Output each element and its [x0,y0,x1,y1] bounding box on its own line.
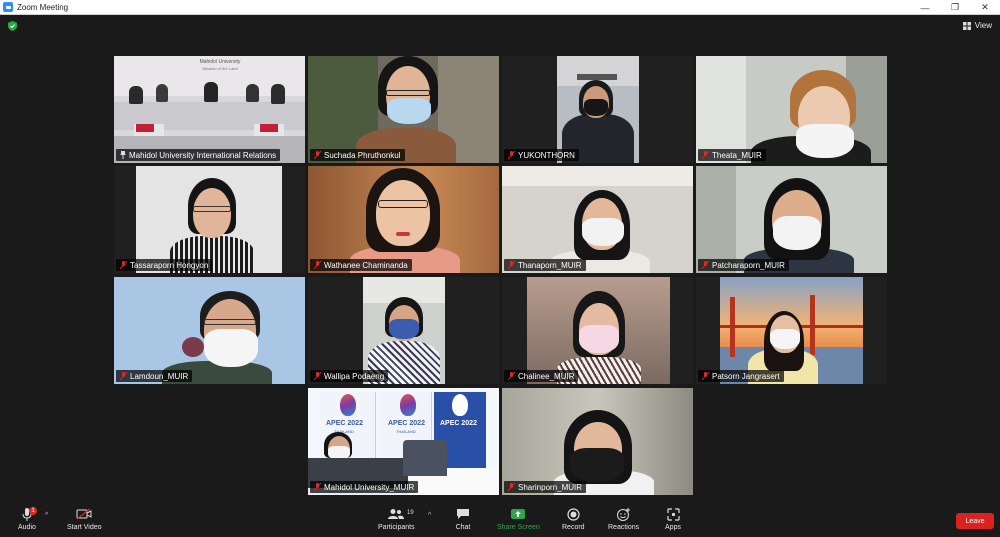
video-tile[interactable]: YUKONTHORN [502,56,693,163]
mic-muted-icon [702,261,709,269]
mic-muted-icon [508,483,515,491]
video-tile[interactable]: Patcharaporn_MUIR [696,166,887,273]
chat-button[interactable]: Chat [455,507,471,531]
participant-name-tag: YUKONTHORN [504,149,579,161]
record-icon [567,507,580,521]
video-tile[interactable]: Mahidol University Wisdom of the Land Ma… [114,56,305,163]
participant-name-tag: Mahidol University_MUIR [310,481,419,493]
mic-muted-icon [314,151,321,159]
mic-muted-icon [314,372,321,380]
close-button[interactable]: ✕ [970,0,1000,15]
record-button[interactable]: Record [562,507,585,531]
audio-notification-badge: 1 [29,507,37,515]
video-camera-off-icon [76,508,92,520]
video-tile[interactable]: APEC 2022 APEC 2022 APEC 2022 THAILAND T… [308,388,499,495]
maximize-button[interactable]: ❐ [940,0,970,15]
reactions-button[interactable]: Reactions [608,507,639,531]
mic-muted-icon [508,372,515,380]
apec-logo-text: APEC 2022 [388,420,425,427]
window-titlebar: Zoom Meeting — ❐ ✕ [0,0,1000,15]
video-tile[interactable]: Theata_MUIR [696,56,887,163]
participant-name-tag: Mahidol University International Relatio… [116,149,281,161]
share-screen-icon [511,509,526,519]
participants-count: 19 [407,510,414,516]
participant-name-tag: Wallipa Podaeng [310,370,389,382]
participant-name-tag: Chalinee_MUIR [504,370,579,382]
share-screen-button[interactable]: Share Screen [497,507,540,531]
apec-logo-text: APEC 2022 [440,420,477,427]
participant-name-tag: Theata_MUIR [698,149,766,161]
zoom-logo-icon [3,2,13,12]
leave-meeting-button[interactable]: Leave [956,513,994,529]
smiley-plus-icon [616,507,630,521]
participant-name-tag: Patsorn Jangrasert [698,370,784,382]
mic-muted-icon [702,372,709,380]
participants-options-caret[interactable]: ^ [428,512,431,519]
minimize-button[interactable]: — [910,0,940,15]
video-tile[interactable]: Wathanee Chaminanda [308,166,499,273]
video-tile[interactable]: Patsorn Jangrasert [696,277,887,384]
start-video-button[interactable]: Start Video [67,507,102,531]
participant-name-tag: Patcharaporn_MUIR [698,259,789,271]
participant-name-tag: Tassaraporn Hongyon [116,259,213,271]
video-tile[interactable]: Tassaraporn Hongyon [114,166,305,273]
participant-name-tag: Suchada Phruthonkul [310,149,405,161]
mic-muted-icon [120,261,127,269]
participants-icon [388,509,405,519]
video-stage: View Mahidol University Wisdom of the La… [0,15,1000,500]
window-title: Zoom Meeting [17,2,69,12]
mic-muted-icon [120,372,127,380]
encryption-shield-icon[interactable] [8,21,17,31]
chat-icon [457,509,469,519]
video-tile-active-speaker[interactable]: Suchada Phruthonkul [308,56,499,163]
video-tile[interactable]: Sharinporn_MUIR [502,388,693,495]
grid-view-icon [962,21,971,30]
mic-muted-icon [314,483,321,491]
participant-name-tag: Wathanee Chaminanda [310,259,412,271]
apps-button[interactable]: Apps [665,507,681,531]
pin-icon [120,151,126,159]
view-button[interactable]: View [962,21,992,30]
view-label: View [974,21,992,30]
apps-icon [666,507,680,521]
room-banner-subtitle: Wisdom of the Land [202,66,238,71]
audio-options-caret[interactable]: ^ [45,512,48,519]
participant-name-tag: Thanaporn_MUIR [504,259,586,271]
apec-logo-text: APEC 2022 [326,420,363,427]
video-tile[interactable]: Thanaporn_MUIR [502,166,693,273]
video-tile[interactable]: Lamdoun_MUIR [114,277,305,384]
meeting-toolbar: Audio 1 ^ Start Video Participants 19 ^ [0,500,1000,537]
video-tile[interactable]: Wallipa Podaeng [308,277,499,384]
mic-muted-icon [508,261,515,269]
mic-muted-icon [702,151,709,159]
room-banner-text: Mahidol University [199,59,241,65]
participant-name-tag: Lamdoun_MUIR [116,370,193,382]
mic-muted-icon [508,151,515,159]
participant-name-tag: Sharinporn_MUIR [504,481,587,493]
video-tile[interactable]: Chalinee_MUIR [502,277,693,384]
mic-muted-icon [314,261,321,269]
